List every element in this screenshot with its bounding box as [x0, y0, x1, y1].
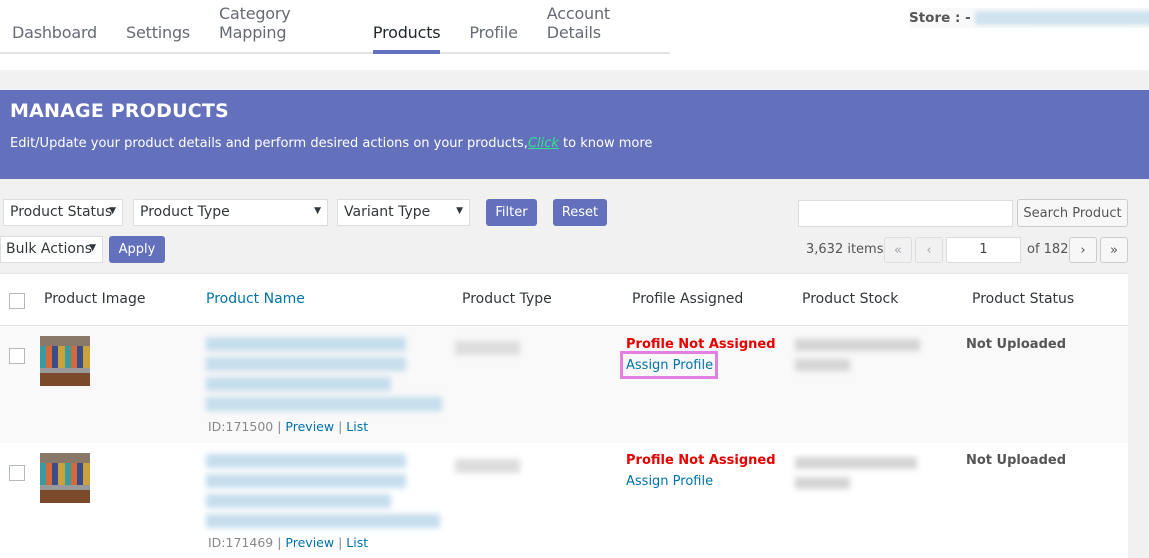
product-status: Not Uploaded — [966, 453, 1067, 468]
product-type-redacted — [455, 341, 520, 355]
manage-products-banner: MANAGE PRODUCTS Edit/Update your product… — [0, 90, 1149, 179]
tab-settings[interactable]: Settings — [126, 23, 190, 52]
variant-type-value: Variant Type — [344, 204, 431, 220]
product-thumbnail[interactable] — [40, 453, 90, 503]
bulk-actions-value: Bulk Actions — [6, 241, 93, 257]
product-id-line: ID:171469 | Preview | List — [208, 535, 369, 550]
first-page-button[interactable]: « — [884, 237, 912, 263]
list-link[interactable]: List — [346, 419, 368, 434]
list-link[interactable]: List — [346, 535, 368, 550]
header-profile-assigned: Profile Assigned — [632, 291, 744, 307]
next-page-button[interactable]: › — [1069, 237, 1097, 263]
row-checkbox[interactable] — [9, 348, 25, 364]
product-stock-redacted — [795, 339, 920, 379]
top-bar: Dashboard Settings Category Mapping Prod… — [0, 0, 1149, 70]
table-header: Product Image Product Name Product Type … — [0, 274, 1128, 326]
chevron-down-icon: ▼ — [109, 206, 116, 216]
table-row: ID:171500 | Preview | List Profile Not A… — [0, 327, 1128, 443]
prev-page-button[interactable]: ‹ — [915, 237, 943, 263]
banner-description-text: Edit/Update your product details and per… — [10, 136, 528, 151]
product-id: ID:171469 — [208, 535, 274, 550]
variant-type-select[interactable]: Variant Type ▼ — [337, 199, 470, 226]
last-page-button[interactable]: » — [1100, 237, 1128, 263]
search-product-button[interactable]: Search Product — [1017, 199, 1128, 227]
product-id-line: ID:171500 | Preview | List — [208, 419, 369, 434]
product-status: Not Uploaded — [966, 337, 1067, 352]
header-product-status: Product Status — [972, 291, 1075, 307]
tab-dashboard[interactable]: Dashboard — [12, 23, 97, 52]
search-input[interactable] — [798, 200, 1013, 227]
page-title: MANAGE PRODUCTS — [10, 100, 229, 122]
table-row: ID:171469 | Preview | List Profile Not A… — [0, 443, 1128, 558]
product-type-redacted — [455, 459, 520, 473]
banner-suffix-text: to know more — [558, 136, 653, 151]
row-checkbox[interactable] — [9, 465, 25, 481]
product-type-select[interactable]: Product Type ▼ — [133, 199, 328, 226]
chevron-down-icon: ▼ — [89, 243, 96, 253]
assign-profile-link[interactable]: Assign Profile — [626, 474, 713, 489]
product-stock-redacted — [795, 457, 920, 497]
product-status-select[interactable]: Product Status ▼ — [3, 199, 123, 226]
tab-products[interactable]: Products — [372, 23, 441, 54]
items-count: 3,632 items — [806, 242, 884, 257]
profile-status: Profile Not Assigned — [626, 453, 776, 468]
header-product-stock: Product Stock — [802, 291, 899, 307]
preview-link[interactable]: Preview — [285, 419, 334, 434]
product-thumbnail[interactable] — [40, 336, 90, 386]
product-name-redacted[interactable] — [206, 337, 442, 417]
product-name-redacted[interactable] — [206, 454, 442, 534]
product-status-value: Product Status — [10, 204, 113, 220]
store-value-redacted[interactable] — [974, 11, 1149, 25]
apply-button[interactable]: Apply — [109, 236, 165, 263]
total-pages: of 182 — [1027, 242, 1069, 257]
preview-link[interactable]: Preview — [285, 535, 334, 550]
banner-click-link[interactable]: Click — [528, 136, 559, 151]
header-product-image: Product Image — [44, 291, 146, 307]
tab-account-details[interactable]: Account Details — [547, 4, 653, 52]
nav-tabs: Dashboard Settings Category Mapping Prod… — [0, 0, 670, 54]
tab-category-mapping[interactable]: Category Mapping — [219, 4, 344, 52]
banner-description: Edit/Update your product details and per… — [10, 136, 1139, 151]
product-id: ID:171500 — [208, 419, 274, 434]
bulk-actions-select[interactable]: Bulk Actions ▼ — [0, 236, 103, 263]
profile-status: Profile Not Assigned — [626, 337, 776, 352]
tab-profile[interactable]: Profile — [469, 23, 518, 52]
products-table: Product Image Product Name Product Type … — [0, 273, 1128, 558]
header-product-name[interactable]: Product Name — [206, 291, 305, 307]
store-label: Store : - — [909, 10, 971, 26]
reset-button[interactable]: Reset — [553, 199, 607, 226]
filter-button[interactable]: Filter — [486, 199, 537, 226]
product-type-value: Product Type — [140, 204, 230, 220]
assign-profile-link[interactable]: Assign Profile — [626, 358, 713, 373]
current-page-input[interactable]: 1 — [946, 237, 1021, 263]
chevron-down-icon: ▼ — [314, 206, 321, 216]
header-product-type: Product Type — [462, 291, 552, 307]
chevron-down-icon: ▼ — [456, 206, 463, 216]
select-all-checkbox[interactable] — [9, 293, 25, 309]
